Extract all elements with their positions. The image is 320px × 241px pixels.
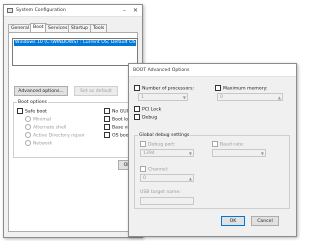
maximum-memory-input[interactable]: 0 ▲ bbox=[217, 93, 283, 101]
tab-general[interactable]: General bbox=[8, 24, 33, 32]
debug-port-checkbox[interactable]: Debug port: bbox=[140, 141, 176, 148]
os-boot-information-checkbox[interactable]: OS boot bbox=[104, 132, 130, 139]
alternate-shell-label: Alternate shell bbox=[33, 125, 67, 131]
minimize-icon[interactable]: – bbox=[121, 7, 128, 14]
number-of-processors-label: Number of processors: bbox=[142, 86, 195, 92]
checkbox-box bbox=[17, 108, 23, 114]
tab-tools[interactable]: Tools bbox=[90, 24, 108, 32]
network-label: Network bbox=[33, 141, 53, 147]
os-entry-selected[interactable]: Windows 10 (C:\WINDOWS) : Current OS; De… bbox=[14, 40, 136, 46]
baud-rate-select[interactable]: ▼ bbox=[212, 149, 266, 157]
active-directory-repair-label: Active Directory repair bbox=[33, 133, 85, 139]
baud-rate-checkbox[interactable]: Baud rate: bbox=[212, 141, 245, 148]
minimal-radio[interactable]: Minimal bbox=[25, 116, 51, 123]
dialog-title: BOOT Advanced Options bbox=[133, 68, 190, 73]
spinner-icon: ▲ bbox=[277, 95, 281, 100]
checkbox-box bbox=[104, 116, 110, 122]
radio-dot bbox=[25, 116, 31, 122]
no-gui-boot-checkbox[interactable]: No GUI bbox=[104, 108, 128, 115]
safe-boot-label: Safe boot bbox=[25, 109, 47, 115]
boot-log-checkbox[interactable]: Boot log bbox=[104, 116, 131, 123]
boot-options-label: Boot options bbox=[17, 100, 48, 105]
chevron-down-icon: ▼ bbox=[188, 151, 192, 156]
checkbox-box bbox=[140, 166, 146, 172]
msconfig-icon bbox=[7, 8, 13, 13]
active-directory-repair-radio[interactable]: Active Directory repair bbox=[25, 132, 85, 139]
tab-startup[interactable]: Startup bbox=[68, 24, 92, 32]
close-icon[interactable]: ✕ bbox=[132, 7, 139, 14]
no-gui-boot-label: No GUI bbox=[112, 109, 128, 115]
set-as-default-button[interactable]: Set as default bbox=[74, 86, 118, 96]
chevron-down-icon: ▼ bbox=[182, 95, 186, 100]
network-radio[interactable]: Network bbox=[25, 140, 53, 147]
number-of-processors-select[interactable]: 1 ▼ bbox=[138, 93, 188, 101]
maximum-memory-checkbox[interactable]: Maximum memory: bbox=[215, 85, 268, 92]
checkbox-box bbox=[140, 141, 146, 147]
pci-lock-checkbox[interactable]: PCI Lock bbox=[134, 106, 162, 113]
baud-rate-label: Baud rate: bbox=[220, 142, 245, 148]
channel-checkbox[interactable]: Channel: bbox=[140, 166, 169, 173]
os-list[interactable]: Windows 10 (C:\WINDOWS) : Current OS; De… bbox=[12, 38, 138, 66]
radio-dot bbox=[25, 132, 31, 138]
checkbox-box bbox=[104, 108, 110, 114]
maximum-memory-label: Maximum memory: bbox=[223, 86, 268, 92]
pci-lock-label: PCI Lock bbox=[142, 107, 162, 113]
channel-input[interactable]: 0 ▲ bbox=[140, 174, 194, 182]
checkbox-box bbox=[104, 124, 110, 130]
debug-port-select[interactable]: 1394 ▼ bbox=[140, 149, 194, 157]
dialog-title-bar: BOOT Advanced Options bbox=[129, 64, 296, 77]
channel-label: Channel: bbox=[148, 167, 169, 173]
spinner-icon: ▲ bbox=[188, 176, 192, 181]
minimal-label: Minimal bbox=[33, 117, 51, 123]
debug-port-value: 1394 bbox=[143, 151, 155, 156]
chevron-down-icon: ▼ bbox=[260, 151, 264, 156]
title-bar: System Configuration – ✕ bbox=[4, 5, 142, 17]
checkbox-box bbox=[134, 106, 140, 112]
checkbox-box bbox=[134, 85, 140, 91]
advanced-options-button[interactable]: Advanced options... bbox=[14, 86, 68, 96]
window-title: System Configuration bbox=[16, 8, 66, 13]
number-of-processors-checkbox[interactable]: Number of processors: bbox=[134, 85, 195, 92]
tab-services[interactable]: Services bbox=[45, 24, 71, 32]
radio-dot bbox=[25, 140, 31, 146]
checkbox-box bbox=[215, 85, 221, 91]
dialog-cancel-button[interactable]: Cancel bbox=[251, 216, 279, 226]
checkbox-box bbox=[134, 114, 140, 120]
checkbox-box bbox=[212, 141, 218, 147]
checkbox-box bbox=[104, 132, 110, 138]
radio-dot bbox=[25, 124, 31, 130]
debug-checkbox[interactable]: Debug bbox=[134, 114, 158, 121]
safe-boot-checkbox[interactable]: Safe boot bbox=[17, 108, 47, 115]
debug-port-label: Debug port: bbox=[148, 142, 176, 148]
dialog-ok-button[interactable]: OK bbox=[221, 216, 245, 226]
alternate-shell-radio[interactable]: Alternate shell bbox=[25, 124, 67, 131]
number-of-processors-value: 1 bbox=[141, 95, 144, 100]
usb-target-name-label: USB target name: bbox=[140, 190, 181, 195]
global-debug-settings-label: Global debug settings bbox=[138, 133, 191, 138]
maximum-memory-value: 0 bbox=[220, 95, 223, 100]
channel-value: 0 bbox=[143, 176, 146, 181]
usb-target-name-input[interactable] bbox=[140, 197, 194, 205]
debug-label: Debug bbox=[142, 115, 158, 121]
